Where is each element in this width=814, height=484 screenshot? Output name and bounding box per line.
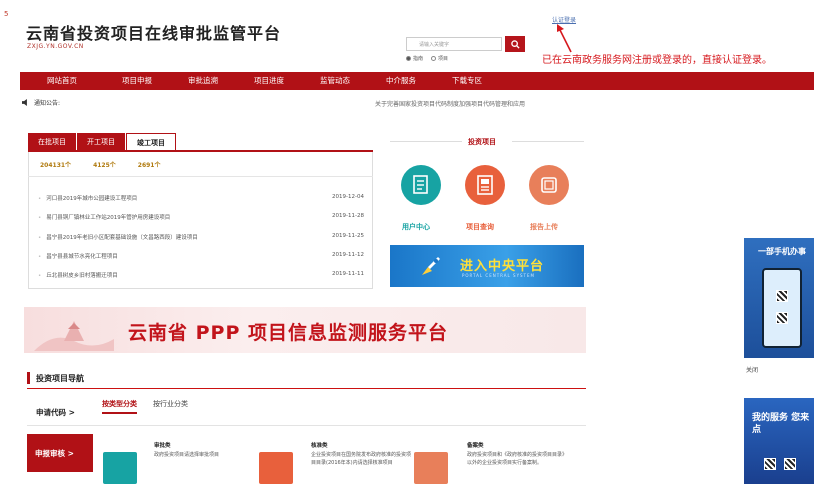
- nav-project-progress[interactable]: 项目进度: [236, 72, 302, 90]
- divider: [27, 425, 586, 426]
- auth-login-link[interactable]: 认证登录: [552, 15, 576, 24]
- project-counts: 204131个 4125个 2691个: [40, 160, 182, 169]
- search-option-guide[interactable]: 指南: [406, 55, 423, 62]
- count-pending: 204131个: [40, 162, 72, 169]
- pagoda-decoration-icon: [34, 321, 114, 351]
- sanction-category-desc: 企业投资项目在国务院发布政府核准的投资项目目录(2016年本)内请选择核准项目: [311, 452, 412, 466]
- filing-category-title[interactable]: 备案类: [467, 441, 484, 449]
- my-service-ad[interactable]: 我的服务 您来点: [744, 398, 814, 484]
- ad-title: 一部手机办事: [758, 247, 806, 256]
- notice-scroll-text[interactable]: 关于完善国家投资项目代码制度加强项目代码管理和应用: [375, 99, 525, 108]
- radio-icon: [406, 56, 411, 61]
- section-divider: [27, 388, 586, 389]
- ad-title: 我的服务 您来点: [752, 413, 810, 435]
- investment-title: 投资项目: [468, 138, 496, 146]
- qr-code-icon: [784, 458, 796, 470]
- mobile-service-ad[interactable]: 一部手机办事: [744, 238, 814, 358]
- nav-supervision-news[interactable]: 监管动态: [302, 72, 368, 90]
- project-name[interactable]: 丘北县树皮乡旧村落搬迁项目: [46, 273, 118, 279]
- list-item[interactable]: • 丘北县树皮乡旧村落搬迁项目 2019-11-11: [38, 271, 364, 279]
- sanction-category-title[interactable]: 核准类: [311, 441, 328, 449]
- section-title: 投资项目导航: [36, 374, 84, 383]
- corner-mark: 5: [4, 10, 9, 18]
- filing-category-desc: 政府投资项目和《政府核准的投资项目目录》以外的企业投资项目实行备案制。: [467, 452, 568, 466]
- project-name[interactable]: 昌宁县县城节水亮化工程项目: [46, 254, 118, 260]
- search-icon: [510, 39, 520, 49]
- nav-home[interactable]: 网站首页: [20, 72, 104, 90]
- user-center-button[interactable]: [401, 165, 441, 205]
- apply-review-button[interactable]: 申报审核 >: [27, 434, 93, 472]
- qr-code-icon: [776, 290, 788, 302]
- tab-by-type[interactable]: 按类型分类: [102, 399, 137, 414]
- classification-tabs: 按类型分类 按行业分类: [102, 399, 188, 414]
- tab-pending-projects[interactable]: 在批项目: [28, 133, 76, 151]
- project-date: 2019-11-28: [332, 213, 364, 219]
- project-date: 2019-11-12: [332, 252, 364, 258]
- site-domain: ZXJG.YN.GOV.CN: [27, 43, 84, 50]
- project-query-button[interactable]: [465, 165, 505, 205]
- annotation-text: 已在云南政务服务网注册或登录的，直接认证登录。: [542, 55, 772, 66]
- report-upload-label[interactable]: 报告上传: [530, 222, 558, 232]
- user-center-icon: [413, 175, 428, 194]
- nav-project-apply[interactable]: 项目申报: [104, 72, 170, 90]
- report-upload-icon: [541, 177, 557, 193]
- approval-category-desc: 政府投资项目请选择审批项目: [154, 452, 220, 458]
- rocket-icon: [422, 257, 440, 275]
- section-marker: [27, 372, 30, 384]
- annotation-arrow-icon: [557, 24, 572, 53]
- filing-category-icon[interactable]: [414, 452, 448, 484]
- project-query-label[interactable]: 项目查询: [466, 222, 494, 232]
- list-item[interactable]: • 昌宁县县城节水亮化工程项目 2019-11-12: [38, 252, 364, 260]
- page: { "header": { "corner_mark": "5", "title…: [0, 0, 814, 484]
- central-platform-text: 进入中央平台: [460, 259, 545, 274]
- notice-label: 通知公告:: [34, 100, 61, 107]
- project-query-icon: [477, 175, 493, 195]
- list-item[interactable]: • 易门县铜厂镇林业工作站2019年管护用房建设项目 2019-11-28: [38, 213, 364, 221]
- approval-category-title[interactable]: 审批类: [154, 441, 171, 449]
- project-name[interactable]: 易门县铜厂镇林业工作站2019年管护用房建设项目: [46, 215, 170, 221]
- list-item[interactable]: • 河口县2019年城市公园建设工程项目 2019-12-04: [38, 194, 364, 202]
- list-item[interactable]: • 昌宁县2019年老旧小区配套基础设施（文昌路西段）建设项目 2019-11-2…: [38, 233, 364, 241]
- nav-agency-service[interactable]: 中介服务: [368, 72, 434, 90]
- project-date: 2019-12-04: [332, 194, 364, 200]
- nav-approval-trace[interactable]: 审批追溯: [170, 72, 236, 90]
- sanction-category-icon[interactable]: [259, 452, 293, 484]
- speaker-icon: [22, 99, 27, 106]
- approval-category-icon[interactable]: [103, 452, 137, 484]
- qr-code-icon: [776, 312, 788, 324]
- count-started: 4125个: [93, 162, 116, 169]
- ppp-banner[interactable]: 云南省 PPP 项目信息监测服务平台: [24, 307, 586, 353]
- nav-download[interactable]: 下载专区: [434, 72, 500, 90]
- project-date: 2019-11-11: [332, 271, 364, 277]
- notice-bar: 通知公告:: [22, 98, 60, 107]
- search-scope-options: 指南 项目: [406, 55, 448, 62]
- project-date: 2019-11-25: [332, 233, 364, 239]
- count-completed: 2691个: [137, 162, 161, 169]
- apply-code-label[interactable]: 申请代码 >: [36, 407, 75, 418]
- user-center-label[interactable]: 用户中心: [402, 222, 430, 232]
- divider: [512, 141, 584, 142]
- central-platform-banner[interactable]: 进入中央平台 PORTAL CENTRAL SYSTEM: [390, 245, 584, 287]
- divider: [390, 141, 462, 142]
- tab-completed-projects[interactable]: 竣工项目: [126, 133, 176, 151]
- site-title[interactable]: 云南省投资项目在线审批监管平台: [26, 20, 281, 44]
- report-upload-button[interactable]: [529, 165, 569, 205]
- central-platform-subtext: PORTAL CENTRAL SYSTEM: [462, 273, 535, 278]
- qr-code-icon: [764, 458, 776, 470]
- radio-icon: [431, 56, 437, 61]
- tab-by-industry[interactable]: 按行业分类: [153, 399, 188, 414]
- phone-illustration: [762, 268, 802, 348]
- project-tabs: 在批项目 开工项目 竣工项目: [28, 133, 177, 151]
- search-input[interactable]: 请输入关键字: [406, 37, 502, 51]
- main-nav: 网站首页 项目申报 审批追溯 项目进度 监管动态 中介服务 下载专区: [20, 72, 814, 90]
- project-name[interactable]: 昌宁县2019年老旧小区配套基础设施（文昌路西段）建设项目: [46, 235, 198, 241]
- ad-close-link[interactable]: 关闭: [746, 365, 758, 374]
- project-name[interactable]: 河口县2019年城市公园建设工程项目: [46, 196, 137, 202]
- search-option-project[interactable]: 项目: [431, 55, 448, 62]
- ppp-banner-text: 云南省 PPP 项目信息监测服务平台: [128, 322, 449, 344]
- search-button[interactable]: [505, 36, 525, 52]
- tab-started-projects[interactable]: 开工项目: [77, 133, 125, 151]
- divider: [28, 176, 373, 177]
